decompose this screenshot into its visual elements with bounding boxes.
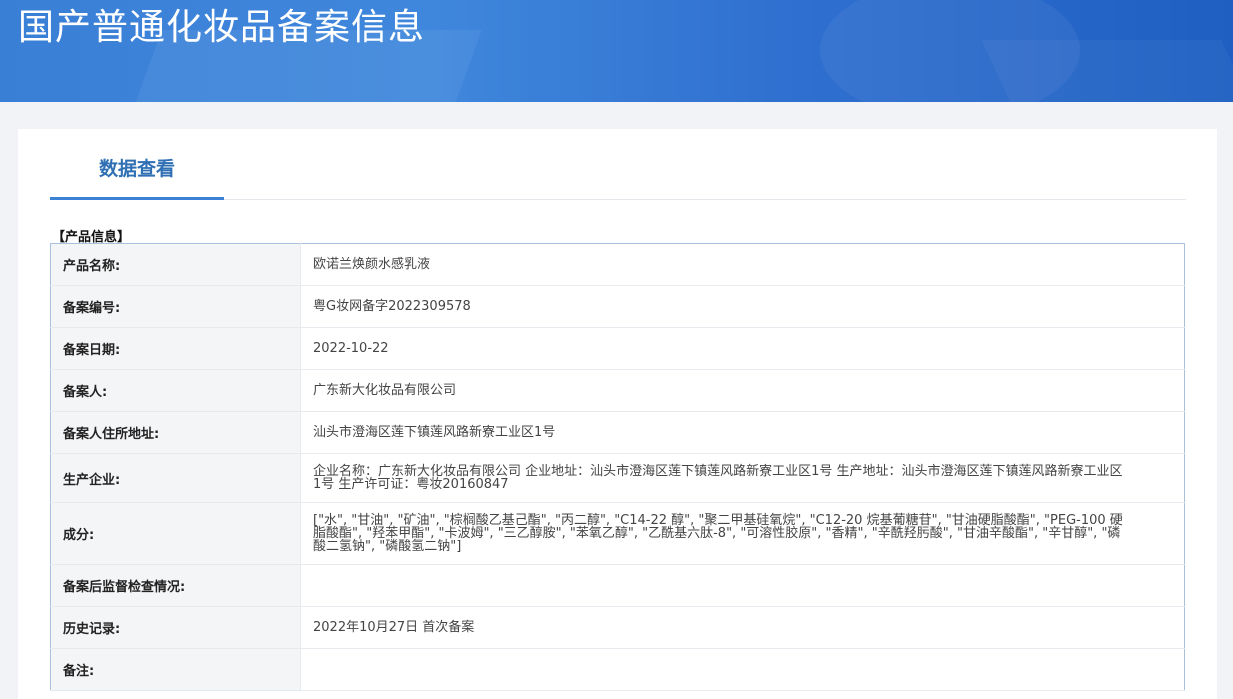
banner-decoration <box>981 40 1233 102</box>
row-label: 历史记录: <box>50 606 301 649</box>
row-value: 企业名称：广东新大化妆品有限公司 企业地址：汕头市澄海区莲下镇莲风路新寮工业区1… <box>300 453 1185 503</box>
row-label: 备案人住所地址: <box>50 411 301 454</box>
row-value: ["水", "甘油", "矿油", "棕榈酸乙基己酯", "丙二醇", "C14… <box>300 502 1185 565</box>
row-label: 备案后监督检查情况: <box>50 564 301 607</box>
row-label: 产品名称: <box>50 243 301 286</box>
table-row: 备案日期: 2022-10-22 <box>50 327 1185 370</box>
table-row: 产品名称: 欧诺兰焕颜水感乳液 <box>50 243 1185 286</box>
table-row: 成分: ["水", "甘油", "矿油", "棕榈酸乙基己酯", "丙二醇", … <box>50 502 1185 565</box>
row-value: 粤G妆网备字2022309578 <box>300 285 1185 328</box>
row-value: 2022年10月27日 首次备案 <box>300 606 1185 649</box>
table-row: 备注: <box>50 648 1185 691</box>
table-row: 备案人住所地址: 汕头市澄海区莲下镇莲风路新寮工业区1号 <box>50 411 1185 454</box>
table-row: 备案后监督检查情况: <box>50 564 1185 607</box>
row-label: 备案编号: <box>50 285 301 328</box>
row-value: 广东新大化妆品有限公司 <box>300 369 1185 412</box>
row-label: 成分: <box>50 502 301 565</box>
tab-bar: 数据查看 <box>50 149 1186 200</box>
row-label: 生产企业: <box>50 453 301 503</box>
row-value <box>300 648 1185 691</box>
header-banner: 国产普通化妆品备案信息 <box>0 0 1233 102</box>
row-value: 汕头市澄海区莲下镇莲风路新寮工业区1号 <box>300 411 1185 454</box>
row-value <box>300 564 1185 607</box>
product-info-table: 产品名称: 欧诺兰焕颜水感乳液 备案编号: 粤G妆网备字2022309578 备… <box>50 243 1185 691</box>
tab-label: 数据查看 <box>98 158 175 180</box>
page-title: 国产普通化妆品备案信息 <box>18 7 426 48</box>
row-value: 欧诺兰焕颜水感乳液 <box>300 243 1185 286</box>
row-value: 2022-10-22 <box>300 327 1185 370</box>
table-row: 历史记录: 2022年10月27日 首次备案 <box>50 606 1185 649</box>
content-card: 数据查看 【产品信息】 产品名称: 欧诺兰焕颜水感乳液 备案编号: 粤G妆网备字… <box>18 129 1217 699</box>
row-label: 备案人: <box>50 369 301 412</box>
row-label: 备注: <box>50 648 301 691</box>
table-row: 生产企业: 企业名称：广东新大化妆品有限公司 企业地址：汕头市澄海区莲下镇莲风路… <box>50 453 1185 503</box>
row-label: 备案日期: <box>50 327 301 370</box>
table-row: 备案编号: 粤G妆网备字2022309578 <box>50 285 1185 328</box>
tab-data-view[interactable]: 数据查看 <box>50 149 224 200</box>
table-row: 备案人: 广东新大化妆品有限公司 <box>50 369 1185 412</box>
